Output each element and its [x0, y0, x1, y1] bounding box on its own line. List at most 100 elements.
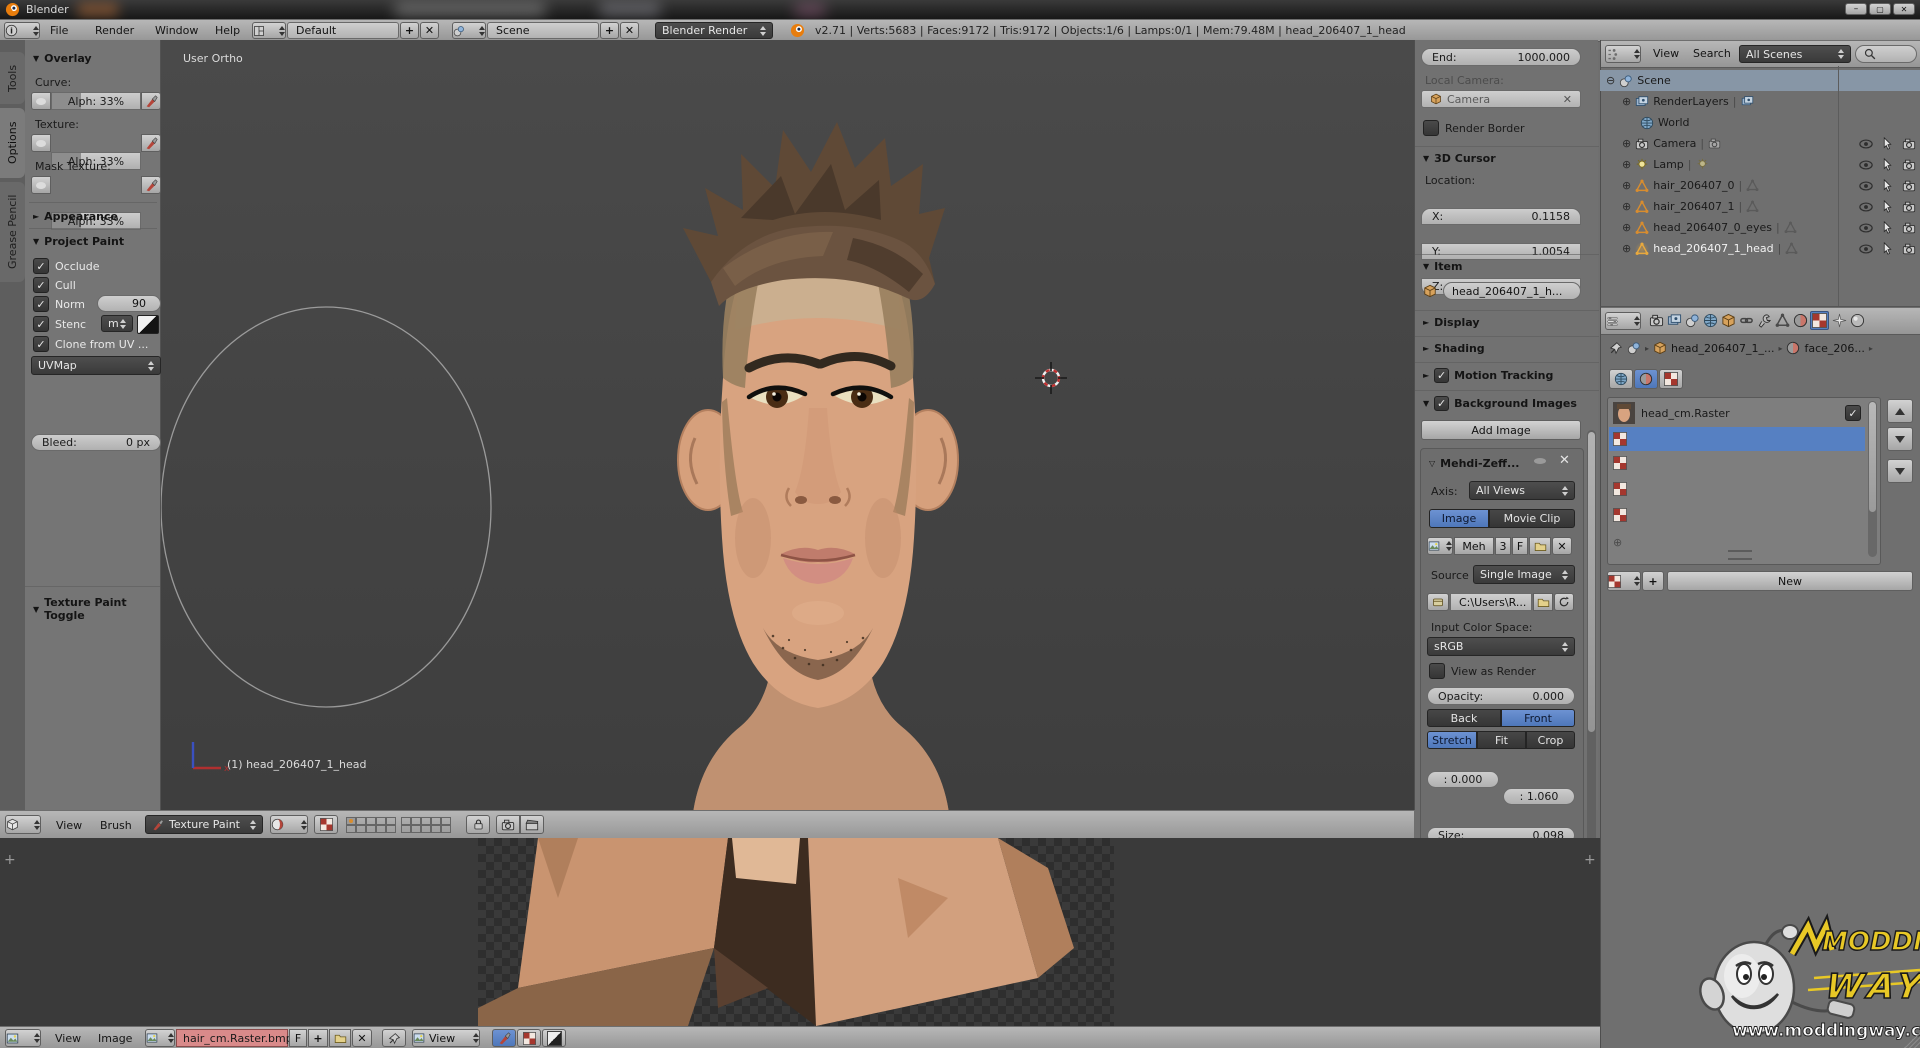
- breadcrumb-object-name[interactable]: head_206407_1_...: [1671, 342, 1774, 355]
- tab-modifiers-icon[interactable]: [1757, 313, 1772, 328]
- cursor-y-field[interactable]: Y:1.0054: [1421, 243, 1581, 260]
- item-panel-header[interactable]: ▼Item: [1423, 260, 1462, 273]
- tab-object-data-icon[interactable]: [1775, 313, 1790, 328]
- outliner-search-menu[interactable]: Search: [1693, 47, 1731, 60]
- uv-pin-button[interactable]: [382, 1029, 406, 1047]
- cursor-3d-panel-header[interactable]: ▼3D Cursor: [1423, 152, 1496, 165]
- head-model[interactable]: [623, 68, 1013, 810]
- visibility-eye-icon[interactable]: [1859, 158, 1873, 172]
- cull-checkbox[interactable]: ✓: [33, 277, 49, 293]
- opengl-animation-button[interactable]: [520, 815, 544, 834]
- bg-image-visibility-icon[interactable]: [1533, 457, 1547, 465]
- npanel-scrollbar[interactable]: [1587, 430, 1596, 844]
- texture-slot-row[interactable]: [1613, 508, 1627, 522]
- outliner-row-head-active[interactable]: ⊕ head_206407_1_head |: [1600, 238, 1920, 259]
- texture-slot-row-0[interactable]: head_cm.Raster ✓: [1609, 400, 1865, 426]
- expand-icon[interactable]: ⊕: [1622, 95, 1631, 108]
- clone-from-uv-checkbox[interactable]: ✓: [33, 336, 49, 352]
- shading-panel-header[interactable]: ►Shading: [1423, 342, 1485, 355]
- image-fake-user-button[interactable]: F: [1512, 537, 1528, 555]
- crop-button[interactable]: Crop: [1526, 731, 1575, 749]
- opengl-render-button[interactable]: [496, 815, 520, 834]
- image-browse-button[interactable]: [1427, 537, 1453, 555]
- filepath-reload-button[interactable]: [1554, 593, 1574, 611]
- outliner-scope-dropdown[interactable]: All Scenes: [1739, 45, 1851, 63]
- texture-slot-enabled-checkbox[interactable]: ✓: [1845, 405, 1861, 421]
- background-images-checkbox[interactable]: ✓: [1434, 396, 1449, 411]
- mask-brush-preview[interactable]: [31, 176, 51, 194]
- texture-brush-preview[interactable]: [31, 134, 51, 152]
- texture-slot-row[interactable]: [1613, 456, 1627, 470]
- maximize-button[interactable]: ▢: [1869, 3, 1891, 15]
- clear-camera-icon[interactable]: ✕: [1563, 93, 1572, 106]
- menu-render[interactable]: Render: [95, 24, 134, 37]
- render-engine-dropdown[interactable]: Blender Render: [655, 22, 773, 39]
- tab-constraints-icon[interactable]: [1739, 313, 1754, 328]
- outliner-search-field[interactable]: [1855, 45, 1917, 63]
- tab-physics-icon[interactable]: [1850, 313, 1865, 328]
- pivot-toggle-button[interactable]: [314, 815, 338, 834]
- slot-move-up-button[interactable]: [1887, 399, 1913, 423]
- outliner-row-scene[interactable]: ⊖ Scene: [1600, 70, 1920, 91]
- renderability-icon[interactable]: [1902, 158, 1916, 172]
- bg-image-entry-header[interactable]: ▽Mehdi-Zeff...: [1429, 457, 1520, 470]
- filepath-browse-button[interactable]: [1533, 593, 1553, 611]
- list-scrollbar[interactable]: [1868, 401, 1877, 557]
- renderability-icon[interactable]: [1902, 179, 1916, 193]
- mode-dropdown[interactable]: Texture Paint: [145, 815, 263, 834]
- packed-file-button[interactable]: [1427, 593, 1449, 611]
- screen-layout-icon-button[interactable]: [252, 22, 286, 39]
- collapse-icon[interactable]: ⊖: [1606, 74, 1615, 87]
- editor-type-button[interactable]: [4, 22, 40, 39]
- stretch-button[interactable]: Stretch: [1427, 731, 1477, 749]
- uv-checker-toggle[interactable]: [517, 1029, 541, 1047]
- image-name-field[interactable]: Meh: [1454, 537, 1494, 555]
- scene-icon-button[interactable]: [452, 22, 486, 39]
- offset-y-field[interactable]: : 1.060: [1503, 788, 1575, 805]
- stencil-layer-dropdown[interactable]: m: [101, 315, 133, 332]
- display-panel-header[interactable]: ►Display: [1423, 316, 1480, 329]
- tab-world-icon[interactable]: [1703, 313, 1718, 328]
- overlay-panel-header[interactable]: ▼Overlay: [33, 52, 92, 65]
- uvmap-dropdown[interactable]: UVMap: [31, 356, 161, 375]
- clip-end-slider[interactable]: End:1000.000: [1421, 48, 1581, 66]
- image-open-button[interactable]: [1529, 537, 1551, 555]
- selectability-icon[interactable]: [1881, 179, 1894, 192]
- selectability-icon[interactable]: [1881, 221, 1894, 234]
- uv-fake-user-button[interactable]: F: [289, 1029, 307, 1047]
- expand-icon[interactable]: ⊕: [1622, 179, 1631, 192]
- offset-x-field[interactable]: : 0.000: [1427, 771, 1499, 788]
- color-space-dropdown[interactable]: sRGB: [1427, 637, 1575, 656]
- visibility-eye-icon[interactable]: [1859, 221, 1873, 235]
- movie-clip-tab[interactable]: Movie Clip: [1489, 509, 1575, 528]
- project-paint-panel-header[interactable]: ▼Project Paint: [33, 235, 124, 248]
- menu-file[interactable]: File: [50, 24, 68, 37]
- render-border-checkbox[interactable]: [1423, 120, 1439, 136]
- expand-icon[interactable]: ⊕: [1622, 200, 1631, 213]
- other-texture-toggle[interactable]: [1659, 369, 1683, 389]
- add-layout-button[interactable]: +: [400, 22, 419, 39]
- front-button[interactable]: Front: [1501, 709, 1575, 727]
- tab-options[interactable]: Options: [0, 108, 25, 178]
- outliner-row-world[interactable]: World: [1600, 112, 1920, 133]
- tab-particles-icon[interactable]: [1832, 313, 1847, 328]
- source-dropdown[interactable]: Single Image: [1473, 565, 1575, 584]
- minimize-button[interactable]: –: [1845, 3, 1867, 15]
- cursor-x-field[interactable]: X:0.1158: [1421, 208, 1581, 225]
- uv-image-browse-button[interactable]: [145, 1029, 175, 1047]
- uv-unlink-image-button[interactable]: ✕: [352, 1029, 372, 1047]
- expand-icon[interactable]: ⊕: [1622, 221, 1631, 234]
- expand-icon[interactable]: ⊕: [1622, 242, 1631, 255]
- back-button[interactable]: Back: [1427, 709, 1501, 727]
- uv-editor-type-button[interactable]: [5, 1029, 41, 1047]
- outliner-row-eyes[interactable]: ⊕ head_206407_0_eyes |: [1600, 217, 1920, 238]
- uv-display-dropdown[interactable]: View: [412, 1029, 480, 1047]
- viewport-shading-dropdown[interactable]: [270, 815, 308, 834]
- image-unlink-button[interactable]: ✕: [1552, 537, 1572, 555]
- bleed-slider[interactable]: Bleed: 0 px: [31, 434, 161, 451]
- texture-paint-icon[interactable]: [141, 134, 161, 152]
- occlude-checkbox[interactable]: ✓: [33, 258, 49, 274]
- add-image-button[interactable]: Add Image: [1421, 420, 1581, 440]
- outliner-row-hair1[interactable]: ⊕ hair_206407_1 |: [1600, 196, 1920, 217]
- slot-move-down-button[interactable]: [1887, 427, 1913, 451]
